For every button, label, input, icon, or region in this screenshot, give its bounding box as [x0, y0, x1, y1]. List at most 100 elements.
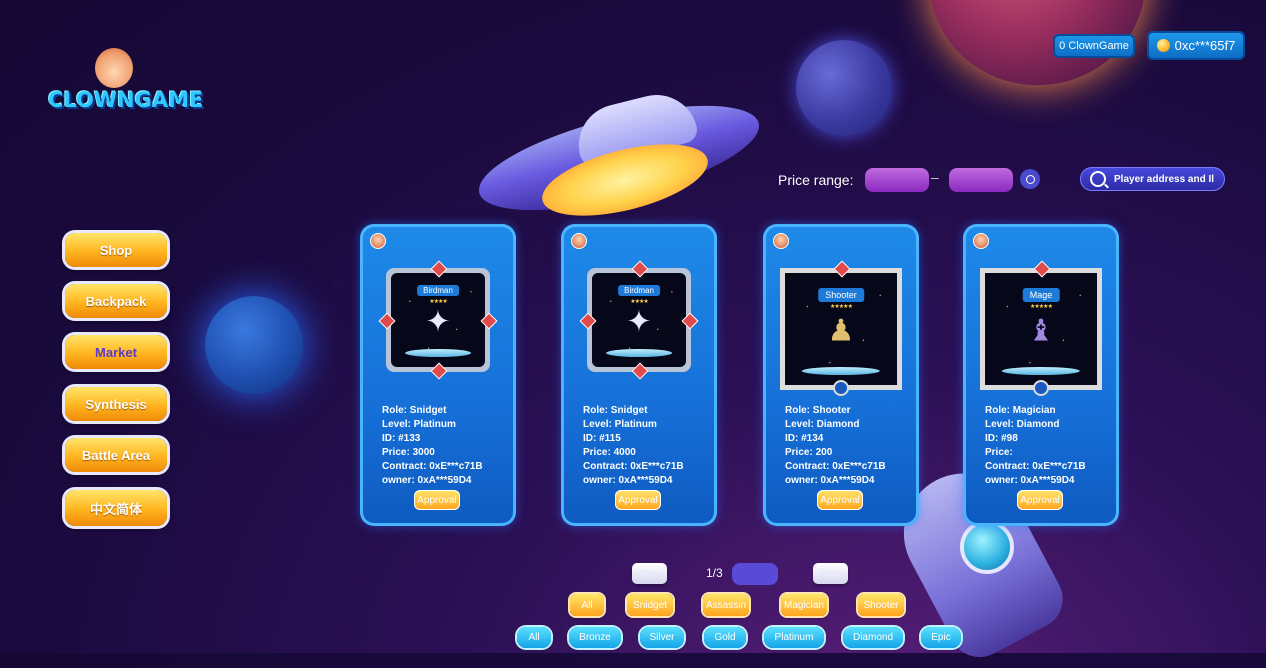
wallet-button[interactable]: 0xc***65f7 [1147, 31, 1245, 60]
character-name-badge: Mage [1022, 288, 1060, 302]
approval-button[interactable]: Approval [615, 490, 661, 510]
card-price: Price: 4000 [583, 447, 636, 458]
clown-logo-icon [95, 48, 133, 88]
level-filter-bronze[interactable]: Bronze [569, 627, 621, 648]
role-filter-magician[interactable]: Magician [781, 594, 827, 616]
card-role: Role: Snidget [583, 405, 648, 416]
menu-synthesis-button[interactable]: Synthesis [65, 387, 167, 421]
price-range-label: Price range: [778, 172, 854, 188]
rocket-window-decoration [960, 520, 1014, 574]
orb-icon [1033, 380, 1049, 396]
moon-decoration [796, 40, 892, 136]
owner-avatar-icon [973, 233, 989, 249]
blue-planet-decoration [205, 296, 303, 394]
card-info: Role: Shooter Level: Diamond ID: #134 Pr… [785, 404, 886, 488]
wallet-address: 0xc***65f7 [1174, 38, 1236, 53]
birdman-sprite-icon: ✦ [425, 305, 451, 339]
menu-shop-button[interactable]: Shop [65, 233, 167, 267]
market-card: Mage ★★★★★ ♝ Role: Magician Level: Diamo… [963, 224, 1119, 526]
coin-icon [1156, 39, 1170, 52]
card-info: Role: Magician Level: Diamond ID: #98 Pr… [985, 404, 1086, 488]
card-level: Level: Platinum [583, 419, 657, 430]
card-level: Level: Diamond [985, 419, 1060, 430]
market-card: Shooter ★★★★★ ♟ Role: Shooter Level: Dia… [763, 224, 919, 526]
token-balance-label: 0 ClownGame [1059, 40, 1129, 52]
card-price: Price: [985, 447, 1013, 458]
price-max-input[interactable] [949, 168, 1013, 192]
logo[interactable]: CLOWNGAME [48, 88, 203, 112]
card-role: Role: Snidget [382, 405, 447, 416]
platform-decoration [405, 349, 471, 357]
price-range-dash: – [931, 169, 939, 185]
level-filter-diamond[interactable]: Diamond [843, 627, 903, 648]
role-filter-assassin[interactable]: Assassin [703, 594, 749, 616]
menu-language-button[interactable]: 中文简体 [65, 490, 167, 526]
character-frame: Mage ★★★★★ ♝ [980, 260, 1102, 396]
player-search-box[interactable] [1080, 167, 1225, 191]
rarity-stars: ★★★★★ [830, 304, 853, 310]
owner-avatar-icon [571, 233, 587, 249]
role-filter-all[interactable]: All [570, 594, 604, 616]
character-name-badge: Shooter [818, 288, 864, 302]
owner-avatar-icon [773, 233, 789, 249]
owner-avatar-icon [370, 233, 386, 249]
card-owner: owner: 0xA***59D4 [785, 475, 875, 486]
mage-sprite-icon: ♝ [1027, 314, 1055, 348]
platform-decoration [1001, 367, 1081, 375]
role-filter-snidget[interactable]: Snidget [627, 594, 673, 616]
search-icon [1025, 174, 1035, 184]
card-price: Price: 200 [785, 447, 833, 458]
search-icon [1090, 171, 1106, 187]
card-level: Level: Diamond [785, 419, 860, 430]
player-search-input[interactable] [1112, 172, 1221, 186]
market-card: Birdman ★★★★ ✦ Role: Snidget Level: Plat… [561, 224, 717, 526]
card-owner: owner: 0xA***59D4 [382, 475, 472, 486]
shooter-sprite-icon: ♟ [827, 314, 855, 348]
menu-backpack-button[interactable]: Backpack [65, 284, 167, 318]
level-filter-epic[interactable]: Epic [921, 627, 961, 648]
character-frame: Birdman ★★★★ ✦ [579, 260, 699, 380]
page-jump-input[interactable] [732, 563, 778, 585]
approval-button[interactable]: Approval [414, 490, 460, 510]
approval-button[interactable]: Approval [1017, 490, 1063, 510]
menu-battle-area-button[interactable]: Battle Area [65, 438, 167, 472]
card-owner: owner: 0xA***59D4 [583, 475, 673, 486]
price-search-button[interactable] [1020, 169, 1040, 189]
rarity-stars: ★★★★★ [1030, 304, 1053, 310]
next-page-button[interactable]: Next [813, 563, 848, 584]
card-id: ID: #133 [382, 433, 421, 444]
menu-market-button[interactable]: Market [65, 335, 167, 369]
card-role: Role: Shooter [785, 405, 851, 416]
page-indicator: 1/3 [706, 566, 723, 580]
level-filter-gold[interactable]: Gold [704, 627, 746, 648]
character-frame: Birdman ★★★★ ✦ [378, 260, 498, 380]
card-owner: owner: 0xA***59D4 [985, 475, 1075, 486]
market-card: Birdman ★★★★ ✦ Role: Snidget Level: Plat… [360, 224, 516, 526]
card-contract: Contract: 0xE***c71B [382, 461, 483, 472]
card-info: Role: Snidget Level: Platinum ID: #133 P… [382, 404, 483, 488]
card-id: ID: #98 [985, 433, 1018, 444]
card-price: Price: 3000 [382, 447, 435, 458]
card-id: ID: #134 [785, 433, 824, 444]
card-contract: Contract: 0xE***c71B [583, 461, 684, 472]
orb-icon [833, 380, 849, 396]
card-info: Role: Snidget Level: Platinum ID: #115 P… [583, 404, 684, 488]
prev-page-button[interactable]: Prev [632, 563, 667, 584]
card-contract: Contract: 0xE***c71B [785, 461, 886, 472]
character-name-badge: Birdman [417, 285, 459, 296]
approval-button[interactable]: Approval [817, 490, 863, 510]
token-balance: 0 ClownGame [1053, 34, 1135, 58]
birdman-sprite-icon: ✦ [626, 305, 652, 339]
level-filter-all[interactable]: All [517, 627, 551, 648]
platform-decoration [606, 349, 672, 357]
price-min-input[interactable] [865, 168, 929, 192]
level-filter-silver[interactable]: Silver [640, 627, 684, 648]
role-filter-shooter[interactable]: Shooter [858, 594, 904, 616]
level-filter-platinum[interactable]: Platinum [764, 627, 824, 648]
card-level: Level: Platinum [382, 419, 456, 430]
character-name-badge: Birdman [618, 285, 660, 296]
card-role: Role: Magician [985, 405, 1056, 416]
character-frame: Shooter ★★★★★ ♟ [780, 260, 902, 396]
card-contract: Contract: 0xE***c71B [985, 461, 1086, 472]
card-id: ID: #115 [583, 433, 621, 444]
